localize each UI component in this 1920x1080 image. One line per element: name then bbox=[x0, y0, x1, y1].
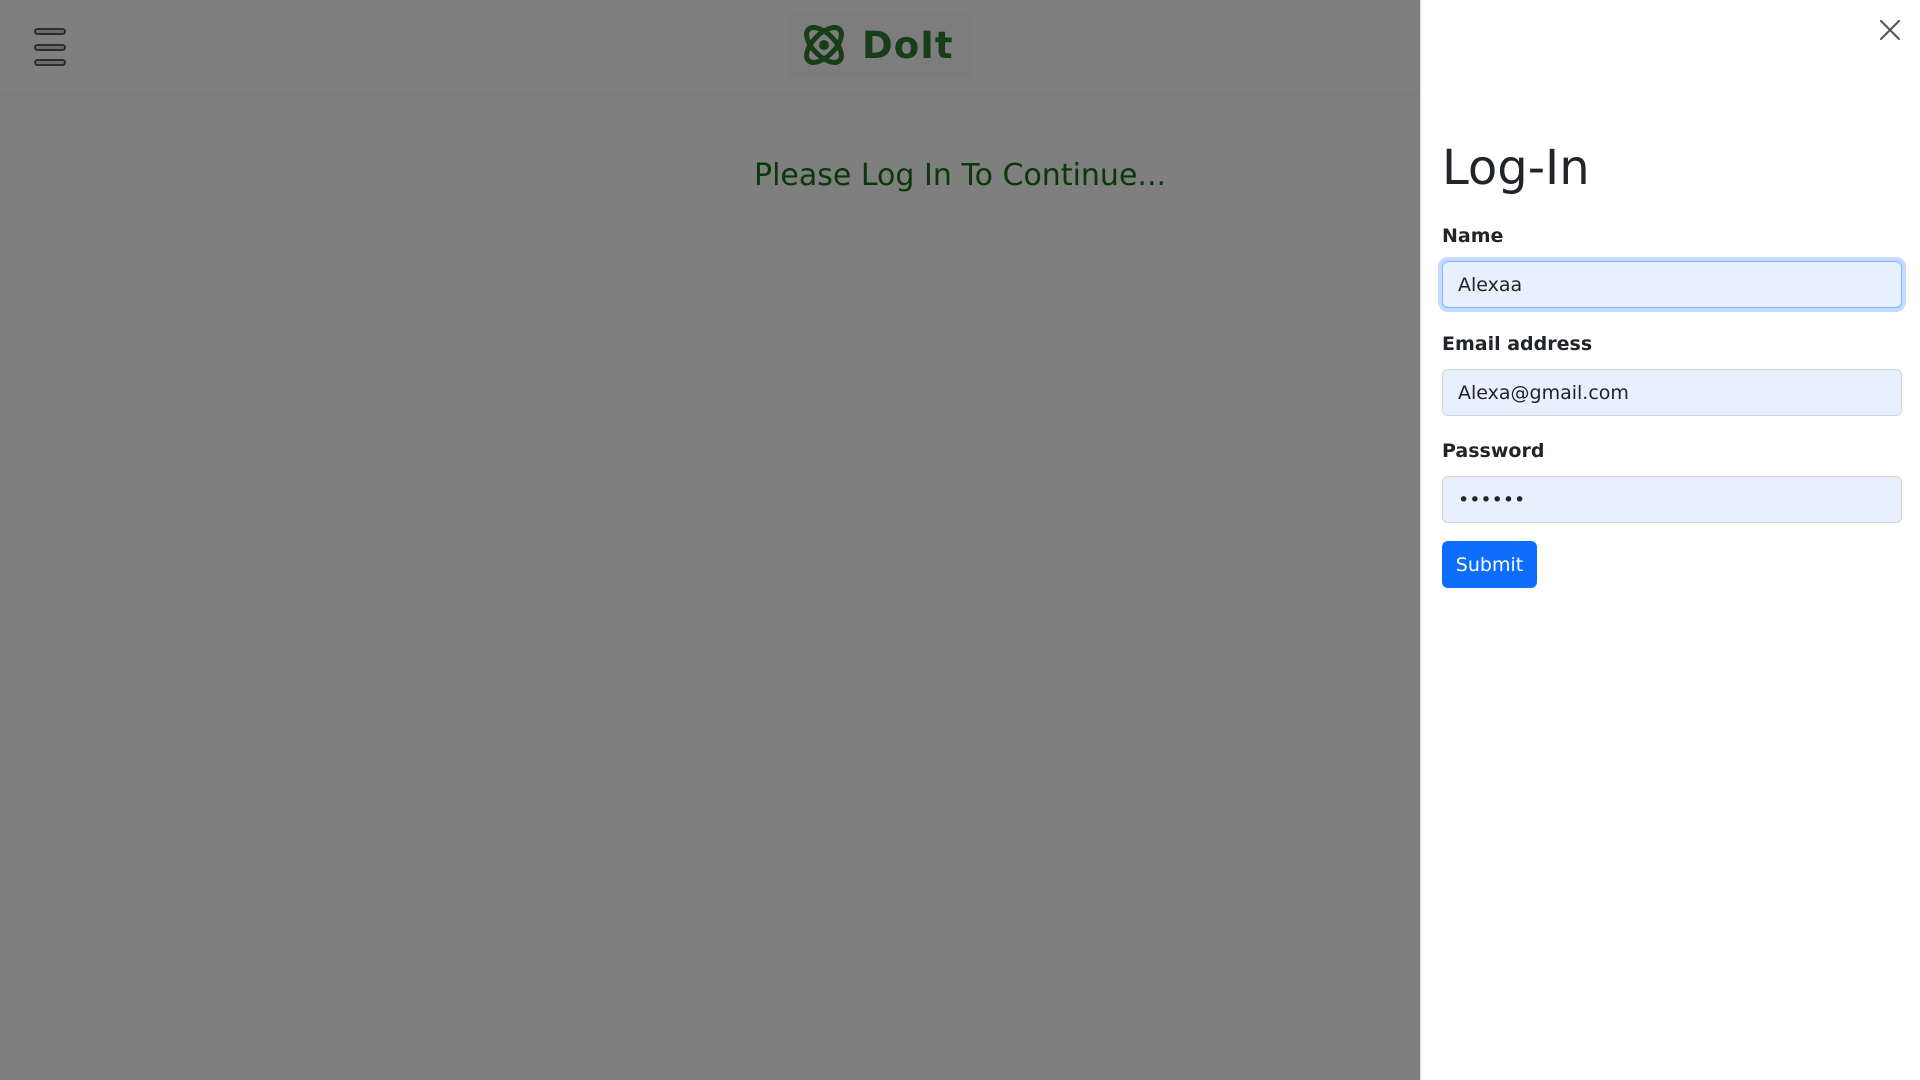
page: DoIt Please Log In To Continue... Log-In… bbox=[0, 0, 1920, 1080]
submit-button[interactable]: Submit bbox=[1442, 541, 1537, 588]
close-icon[interactable] bbox=[1876, 16, 1904, 44]
password-label: Password bbox=[1442, 440, 1545, 462]
panel-title: Log-In bbox=[1442, 140, 1590, 196]
login-panel: Log-In Name Email address Password Submi… bbox=[1420, 0, 1920, 1080]
name-input[interactable] bbox=[1442, 261, 1902, 308]
email-input[interactable] bbox=[1442, 369, 1902, 416]
password-input[interactable] bbox=[1442, 476, 1902, 523]
name-label: Name bbox=[1442, 225, 1504, 247]
email-label: Email address bbox=[1442, 333, 1593, 355]
